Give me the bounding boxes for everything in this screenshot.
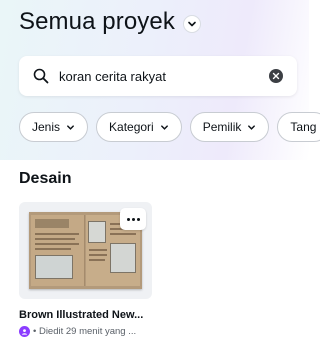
filter-label: Pemilik bbox=[202, 120, 242, 134]
search-input[interactable] bbox=[59, 68, 269, 84]
thumbnail-text-line bbox=[110, 233, 136, 235]
chevron-down-icon bbox=[248, 124, 256, 130]
title-dropdown-button[interactable] bbox=[182, 14, 201, 33]
filter-label: Tang bbox=[290, 120, 317, 134]
thumbnail-text-line bbox=[89, 254, 107, 256]
filter-chips: Jenis Kategori Pemilik Tang bbox=[19, 112, 320, 142]
thumbnail-text-line bbox=[35, 243, 79, 245]
chevron-down-icon bbox=[188, 21, 196, 26]
filter-owner[interactable]: Pemilik bbox=[189, 112, 270, 142]
thumbnail-photo bbox=[110, 243, 136, 273]
thumbnail-text-line bbox=[35, 233, 79, 235]
section-title: Desain bbox=[19, 170, 72, 187]
design-card[interactable] bbox=[19, 202, 152, 299]
thumbnail-text-line bbox=[89, 259, 105, 261]
search-bar[interactable] bbox=[19, 56, 297, 96]
filter-label: Kategori bbox=[109, 120, 154, 134]
filter-date[interactable]: Tang bbox=[277, 112, 320, 142]
more-icon-dot bbox=[126, 217, 130, 221]
thumbnail-text-line bbox=[35, 248, 71, 250]
thumbnail-text-line bbox=[89, 249, 107, 251]
design-title[interactable]: Brown Illustrated New... bbox=[19, 309, 143, 321]
owner-avatar-icon bbox=[19, 326, 30, 337]
more-icon-dot bbox=[136, 217, 140, 221]
filter-type[interactable]: Jenis bbox=[19, 112, 89, 142]
more-icon-dot bbox=[131, 217, 135, 221]
search-icon bbox=[33, 67, 51, 85]
more-options-button[interactable] bbox=[120, 208, 146, 230]
chevron-down-icon bbox=[160, 124, 168, 130]
filter-label: Jenis bbox=[32, 120, 61, 134]
thumbnail-heading bbox=[35, 219, 69, 228]
chevron-down-icon bbox=[67, 124, 74, 130]
thumbnail-photo bbox=[88, 221, 106, 243]
thumbnail-left-page bbox=[31, 215, 85, 286]
thumbnail-photo bbox=[35, 255, 73, 279]
filter-category[interactable]: Kategori bbox=[96, 112, 182, 142]
design-meta: • Diedit 29 menit yang ... bbox=[19, 326, 136, 337]
clear-search-icon[interactable] bbox=[269, 69, 283, 83]
thumbnail-text-line bbox=[35, 238, 75, 240]
edited-time: • Diedit 29 menit yang ... bbox=[33, 326, 137, 337]
title-row: Semua proyek bbox=[19, 8, 201, 36]
page-title: Semua proyek bbox=[19, 8, 175, 35]
